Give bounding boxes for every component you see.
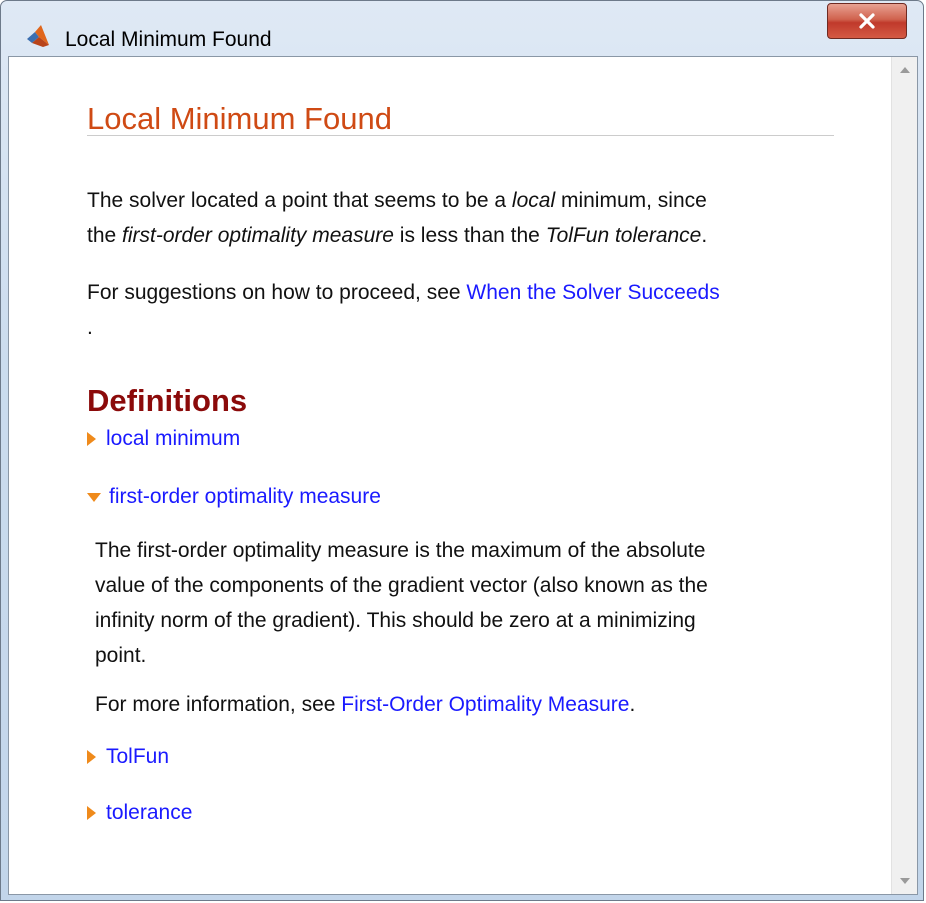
- close-button[interactable]: [827, 3, 907, 39]
- expand-arrow-icon: [87, 432, 96, 446]
- def-item-first-order-optimality[interactable]: first-order optimality measure: [87, 485, 381, 509]
- window-title: Local Minimum Found: [65, 28, 272, 51]
- page-title: Local Minimum Found: [87, 101, 392, 136]
- scroll-up-button[interactable]: [892, 57, 917, 83]
- summary-line-2: the first-order optimality measure is le…: [87, 224, 708, 247]
- client-area: Local Minimum Found The solver located a…: [8, 56, 918, 895]
- suggestions-paragraph: For suggestions on how to proceed, see W…: [87, 275, 720, 345]
- report-content: Local Minimum Found The solver located a…: [9, 57, 891, 894]
- title-divider: [87, 135, 834, 136]
- def-item-tolerance[interactable]: tolerance: [87, 801, 192, 825]
- definition-body: The first-order optimality measure is th…: [95, 539, 708, 667]
- collapse-arrow-icon: [87, 492, 101, 502]
- scroll-down-button[interactable]: [892, 868, 917, 894]
- scroll-up-icon: [899, 67, 910, 73]
- close-icon: [859, 13, 875, 29]
- when-solver-succeeds-link[interactable]: When the Solver Succeeds: [466, 281, 719, 304]
- dialog-window: Local Minimum Found Local Minimum Found …: [0, 0, 924, 901]
- summary-paragraph: The solver located a point that seems to…: [87, 183, 707, 253]
- def-item-local-minimum[interactable]: local minimum: [87, 427, 240, 451]
- expand-arrow-icon: [87, 806, 96, 820]
- def-item-tolfun[interactable]: TolFun: [87, 745, 169, 769]
- matlab-icon: [27, 25, 49, 47]
- summary-line-1: The solver located a point that seems to…: [87, 189, 707, 212]
- expand-arrow-icon: [87, 750, 96, 764]
- first-order-optimality-link[interactable]: First-Order Optimality Measure: [341, 693, 629, 716]
- scroll-down-icon: [899, 878, 910, 884]
- definitions-heading: Definitions: [87, 383, 248, 418]
- more-info-paragraph: For more information, see First-Order Op…: [95, 693, 636, 716]
- vertical-scrollbar[interactable]: [891, 57, 917, 894]
- suggestions-tail: .: [87, 316, 93, 339]
